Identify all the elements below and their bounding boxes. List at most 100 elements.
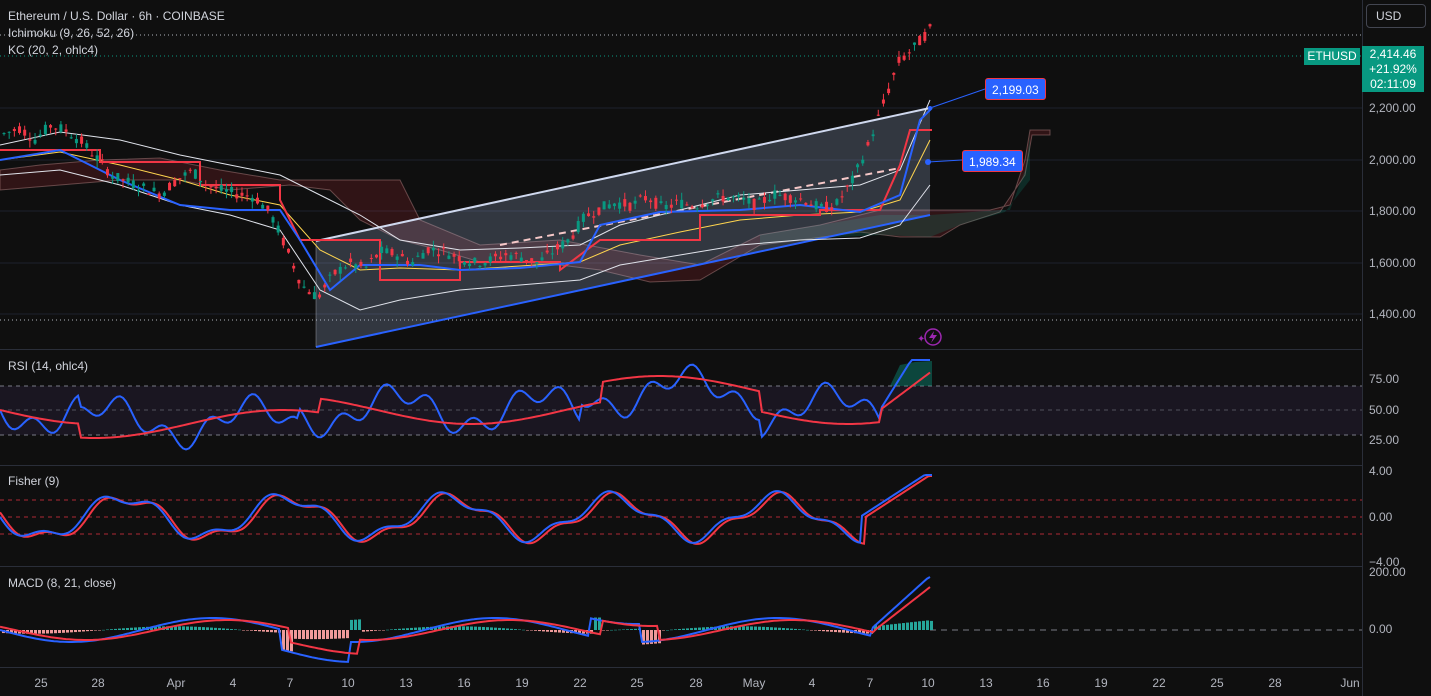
candle-body: [395, 256, 399, 260]
candle-body: [592, 216, 596, 218]
macd-histogram-bar: [62, 630, 65, 633]
candle-body: [364, 266, 368, 268]
macd-histogram-bar: [330, 630, 333, 639]
macd-histogram-bar: [466, 626, 469, 630]
currency-button[interactable]: USD: [1366, 4, 1426, 28]
macd-histogram-bar: [494, 627, 497, 630]
macd-histogram-bar: [802, 629, 805, 631]
candle-body: [33, 139, 37, 144]
fisher-axis-label: 0.00: [1369, 510, 1393, 524]
macd-histogram-bar: [774, 627, 777, 630]
candle-body: [116, 173, 120, 181]
candle-body: [178, 178, 182, 180]
candle-body: [509, 255, 513, 260]
bar-countdown: 02:11:09: [1370, 77, 1416, 91]
macd-histogram-bar: [458, 626, 461, 630]
macd-histogram-bar: [94, 630, 97, 631]
candle-body: [59, 124, 63, 132]
macd-histogram-bar: [838, 630, 841, 633]
candle-body: [147, 193, 151, 195]
candle-body: [540, 257, 544, 261]
macd-histogram-bar: [374, 630, 377, 631]
macd-histogram-bar: [470, 626, 473, 630]
macd-histogram-bar: [38, 630, 41, 634]
macd-histogram-bar: [322, 630, 325, 640]
macd-histogram-bar: [762, 626, 765, 630]
candle-body: [747, 198, 751, 204]
macd-histogram-bar: [414, 627, 417, 630]
macd-histogram-bar: [694, 627, 697, 630]
macd-histogram-bar: [662, 630, 665, 631]
candle-body: [752, 198, 756, 211]
macd-histogram-bar: [606, 630, 609, 631]
macd-histogram-bar: [794, 628, 797, 630]
macd-histogram-bar: [198, 626, 201, 630]
macd-histogram-bar: [394, 629, 397, 630]
price-axis-label: 2,000.00: [1369, 153, 1416, 167]
chart-canvas: ✦: [0, 23, 1362, 663]
macd-histogram-bar: [382, 630, 385, 631]
macd-histogram-bar: [926, 620, 929, 630]
macd-histogram-bar: [746, 626, 749, 630]
candle-body: [623, 199, 627, 207]
candle-body: [43, 124, 47, 135]
macd-title[interactable]: MACD (8, 21, close): [8, 576, 116, 590]
ichimoku-legend[interactable]: Ichimoku (9, 26, 52, 26): [8, 26, 134, 40]
macd-histogram-bar: [366, 630, 369, 632]
candle-body: [706, 204, 710, 206]
rsi-title[interactable]: RSI (14, ohlc4): [8, 359, 88, 373]
candle-body: [245, 195, 249, 197]
price-change: +21.92%: [1369, 62, 1417, 76]
candle-body: [835, 199, 839, 205]
candle-body: [261, 204, 265, 209]
candle-body: [406, 260, 410, 265]
candle-body: [297, 279, 301, 284]
candle-body: [778, 194, 782, 196]
macd-histogram-bar: [770, 627, 773, 630]
lightning-icon[interactable]: ✦: [917, 328, 942, 346]
macd-histogram-bar: [222, 628, 225, 630]
symbol-title[interactable]: Ethereum / U.S. Dollar · 6h · COINBASE: [8, 9, 225, 23]
macd-histogram-bar: [634, 628, 637, 630]
time-axis-label: 19: [1094, 676, 1108, 690]
candle-body: [416, 255, 420, 257]
time-axis-label: 28: [1268, 676, 1282, 690]
lower-channel-callout[interactable]: 1,989.34: [962, 150, 1023, 172]
candle-body: [162, 192, 166, 196]
kc-legend[interactable]: KC (20, 2, ohlc4): [8, 43, 98, 57]
ticker-tag: ETHUSD: [1304, 48, 1360, 65]
macd-histogram-bar: [518, 629, 521, 630]
upper-channel-callout[interactable]: 2,199.03: [985, 78, 1046, 100]
macd-histogram-bar: [630, 629, 633, 630]
candle-body: [737, 194, 741, 197]
fisher-title[interactable]: Fisher (9): [8, 474, 59, 488]
candle-body: [499, 256, 503, 260]
candle-body: [535, 262, 539, 264]
candle-body: [530, 258, 534, 263]
macd-histogram-bar: [502, 628, 505, 630]
macd-histogram-bar: [206, 627, 209, 630]
macd-histogram-bar: [274, 630, 277, 633]
candle-body: [38, 134, 42, 137]
candle-body: [64, 129, 68, 132]
macd-histogram-bar: [190, 626, 193, 630]
macd-histogram-bar: [558, 630, 561, 633]
macd-histogram-bar: [90, 630, 93, 631]
macd-histogram-bar: [882, 625, 885, 630]
macd-histogram-bar: [390, 629, 393, 630]
candle-body: [597, 207, 601, 215]
candle-body: [49, 125, 53, 128]
macd-histogram-bar: [250, 630, 253, 631]
fisher-line: [0, 474, 932, 544]
candle-body: [173, 180, 177, 187]
macd-histogram-bar: [798, 629, 801, 630]
time-axis-label: 7: [286, 676, 294, 690]
macd-histogram-bar: [886, 624, 889, 630]
time-axis-label: 25: [1210, 676, 1224, 690]
candle-body: [912, 42, 916, 45]
candle-body: [23, 129, 27, 136]
candle-body: [587, 213, 591, 217]
macd-histogram-bar: [842, 630, 845, 633]
candle-body: [607, 204, 611, 209]
candle-body: [902, 55, 906, 60]
